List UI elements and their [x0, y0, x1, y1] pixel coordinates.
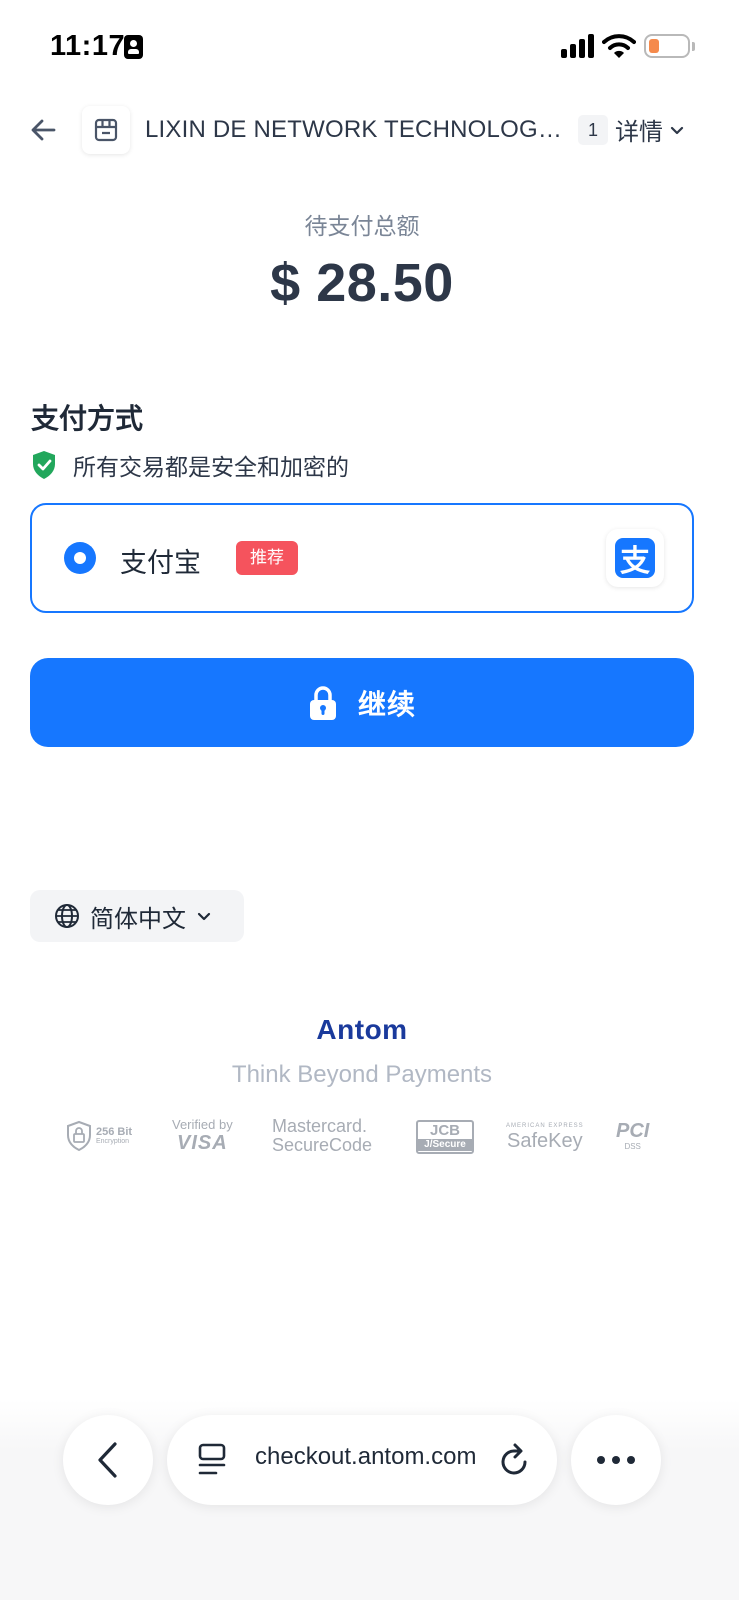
encryption-badge-subtitle: Encryption [96, 1138, 130, 1145]
language-label: 简体中文 [90, 905, 186, 933]
amount-label: 待支付总额 [304, 213, 420, 239]
item-count-badge: 1 [578, 115, 608, 145]
mastercard-badge-line1: Mastercard. [272, 1116, 368, 1136]
wifi-icon [602, 34, 636, 58]
pci-dss-badge: PCI DSS [616, 1120, 649, 1152]
verified-by-visa-badge: Verified by VISA [172, 1117, 233, 1155]
lock-icon [309, 685, 336, 720]
mastercard-securecode-badge: Mastercard. SecureCode [272, 1117, 372, 1155]
more-icon [597, 1456, 635, 1464]
antom-logo: Antom [316, 1014, 408, 1045]
url-text: checkout.antom.com [255, 1443, 477, 1470]
back-arrow-icon[interactable] [28, 114, 60, 146]
language-selector[interactable]: 简体中文 [30, 890, 244, 942]
browser-toolbar: checkout.antom.com [0, 1400, 739, 1600]
order-details-toggle[interactable]: 详情 [615, 112, 685, 147]
continue-button[interactable]: 继续 [30, 658, 694, 747]
alipay-icon: 支 [615, 538, 655, 579]
payment-method-title: 支付方式 [31, 403, 144, 434]
radio-icon[interactable] [64, 542, 96, 574]
details-label: 详情 [615, 119, 663, 146]
brand-tagline: Think Beyond Payments [231, 1061, 493, 1088]
battery-tip [692, 42, 695, 51]
pci-badge-line1: PCI [616, 1120, 650, 1142]
amex-safekey-badge: AMERICAN EXPRESS SafeKey [506, 1122, 584, 1152]
store-icon [94, 118, 118, 142]
battery-icon [644, 34, 690, 58]
mastercard-badge-line2: SecureCode [272, 1135, 373, 1155]
browser-more-button[interactable] [571, 1415, 661, 1505]
merchant-logo [82, 106, 130, 154]
alipay-logo-box: 支 [606, 529, 664, 587]
pci-badge-line2: DSS [624, 1142, 641, 1151]
safekey-badge-line1: AMERICAN EXPRESS [506, 1123, 584, 1129]
visa-badge-line1: Verified by [172, 1117, 233, 1132]
signal-icon [561, 34, 595, 58]
chevron-down-icon [670, 126, 684, 134]
jcb-badge-line2: J/Secure [418, 1139, 472, 1151]
safekey-badge-line2: SafeKey [507, 1130, 583, 1152]
tabs-icon [198, 1443, 226, 1475]
security-badges: 256 Bit Encryption Verified by VISA Mast… [66, 1116, 666, 1158]
encryption-badge: 256 Bit Encryption [66, 1120, 132, 1152]
chevron-down-icon [197, 912, 211, 921]
chevron-left-icon [98, 1442, 117, 1478]
browser-back-button[interactable] [63, 1415, 153, 1505]
status-time: 11:17 [50, 30, 126, 62]
status-bar: 11:17 [0, 0, 739, 96]
id-card-icon [124, 35, 143, 59]
amount-value: $ 28.50 [270, 253, 454, 313]
recommended-badge: 推荐 [236, 541, 298, 575]
continue-label: 继续 [357, 688, 416, 720]
address-bar[interactable]: checkout.antom.com [167, 1415, 557, 1505]
merchant-header: LIXIN DE NETWORK TECHNOLOGY CO., LIMITED… [0, 96, 739, 168]
secure-text: 所有交易都是安全和加密的 [73, 454, 349, 480]
secure-notice: 所有交易都是安全和加密的 [31, 448, 349, 482]
shield-check-icon [33, 451, 55, 479]
payment-option-alipay[interactable]: 支付宝 推荐 支 [30, 503, 694, 613]
merchant-name: LIXIN DE NETWORK TECHNOLOGY CO., LIMITED [145, 116, 565, 143]
payment-option-name: 支付宝 [120, 548, 201, 578]
jcb-badge-line1: JCB [429, 1122, 460, 1139]
reload-icon[interactable] [499, 1442, 531, 1478]
jcb-jsecure-badge: JCB J/Secure [416, 1120, 474, 1154]
shield-lock-icon [67, 1120, 91, 1152]
visa-badge-line2: VISA [177, 1132, 228, 1154]
encryption-badge-title: 256 Bit [96, 1126, 133, 1138]
globe-icon [55, 904, 79, 928]
